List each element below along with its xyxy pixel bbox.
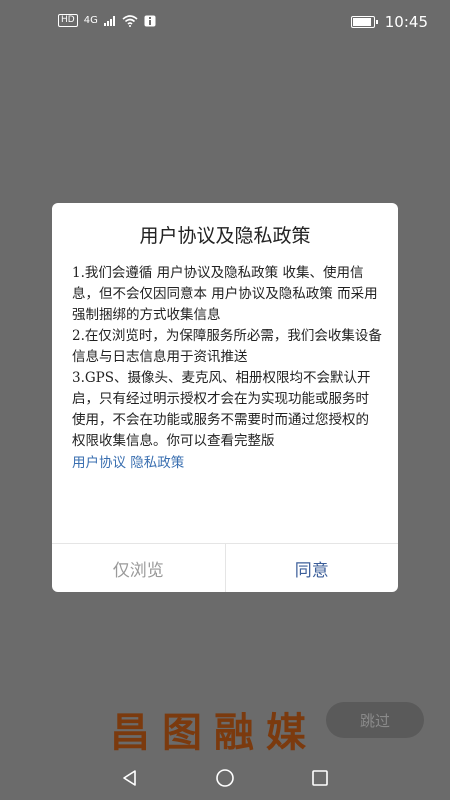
hd-badge: HD	[58, 14, 78, 27]
privacy-policy-link[interactable]: 隐私政策	[130, 455, 184, 471]
signal-icon	[103, 15, 115, 26]
status-time: 10:45	[384, 13, 428, 31]
dialog-links: 用户协议 隐私政策	[72, 452, 382, 474]
home-icon[interactable]	[215, 768, 235, 788]
status-right: 10:45	[350, 13, 428, 31]
network-type: 4G	[83, 15, 98, 26]
user-agreement-link[interactable]: 用户协议	[72, 455, 126, 471]
status-left: HD 4G	[58, 14, 156, 27]
wifi-icon	[122, 14, 138, 27]
info-icon	[144, 15, 156, 26]
dialog-footer: 仅浏览 同意	[52, 543, 398, 592]
status-bar: HD 4G 10:45	[0, 0, 450, 44]
agree-button[interactable]: 同意	[226, 544, 399, 592]
battery-icon	[350, 16, 378, 28]
dialog-body: 1.我们会遵循 用户协议及隐私政策 收集、使用信息，但不会仅因同意本 用户协议及…	[72, 263, 382, 474]
dialog-paragraph-2: 2.在仅浏览时，为保障服务所必需，我们会收集设备信息与日志信息用于资讯推送	[72, 328, 382, 365]
privacy-dialog: 用户协议及隐私政策 1.我们会遵循 用户协议及隐私政策 收集、使用信息，但不会仅…	[52, 203, 398, 592]
recent-apps-icon[interactable]	[311, 769, 329, 787]
dialog-paragraph-3: 3.GPS、摄像头、麦克风、相册权限均不会默认开启，只有经过明示授权才会在为实现…	[72, 370, 371, 449]
back-icon[interactable]	[120, 768, 140, 788]
dialog-title: 用户协议及隐私政策	[139, 225, 311, 247]
browse-only-button[interactable]: 仅浏览	[52, 544, 226, 592]
skip-button[interactable]: 跳过	[326, 702, 424, 738]
dialog-paragraph-1: 1.我们会遵循 用户协议及隐私政策 收集、使用信息，但不会仅因同意本 用户协议及…	[72, 265, 378, 323]
navigation-bar	[0, 756, 450, 800]
brand-logo: 昌图融媒	[110, 709, 318, 756]
